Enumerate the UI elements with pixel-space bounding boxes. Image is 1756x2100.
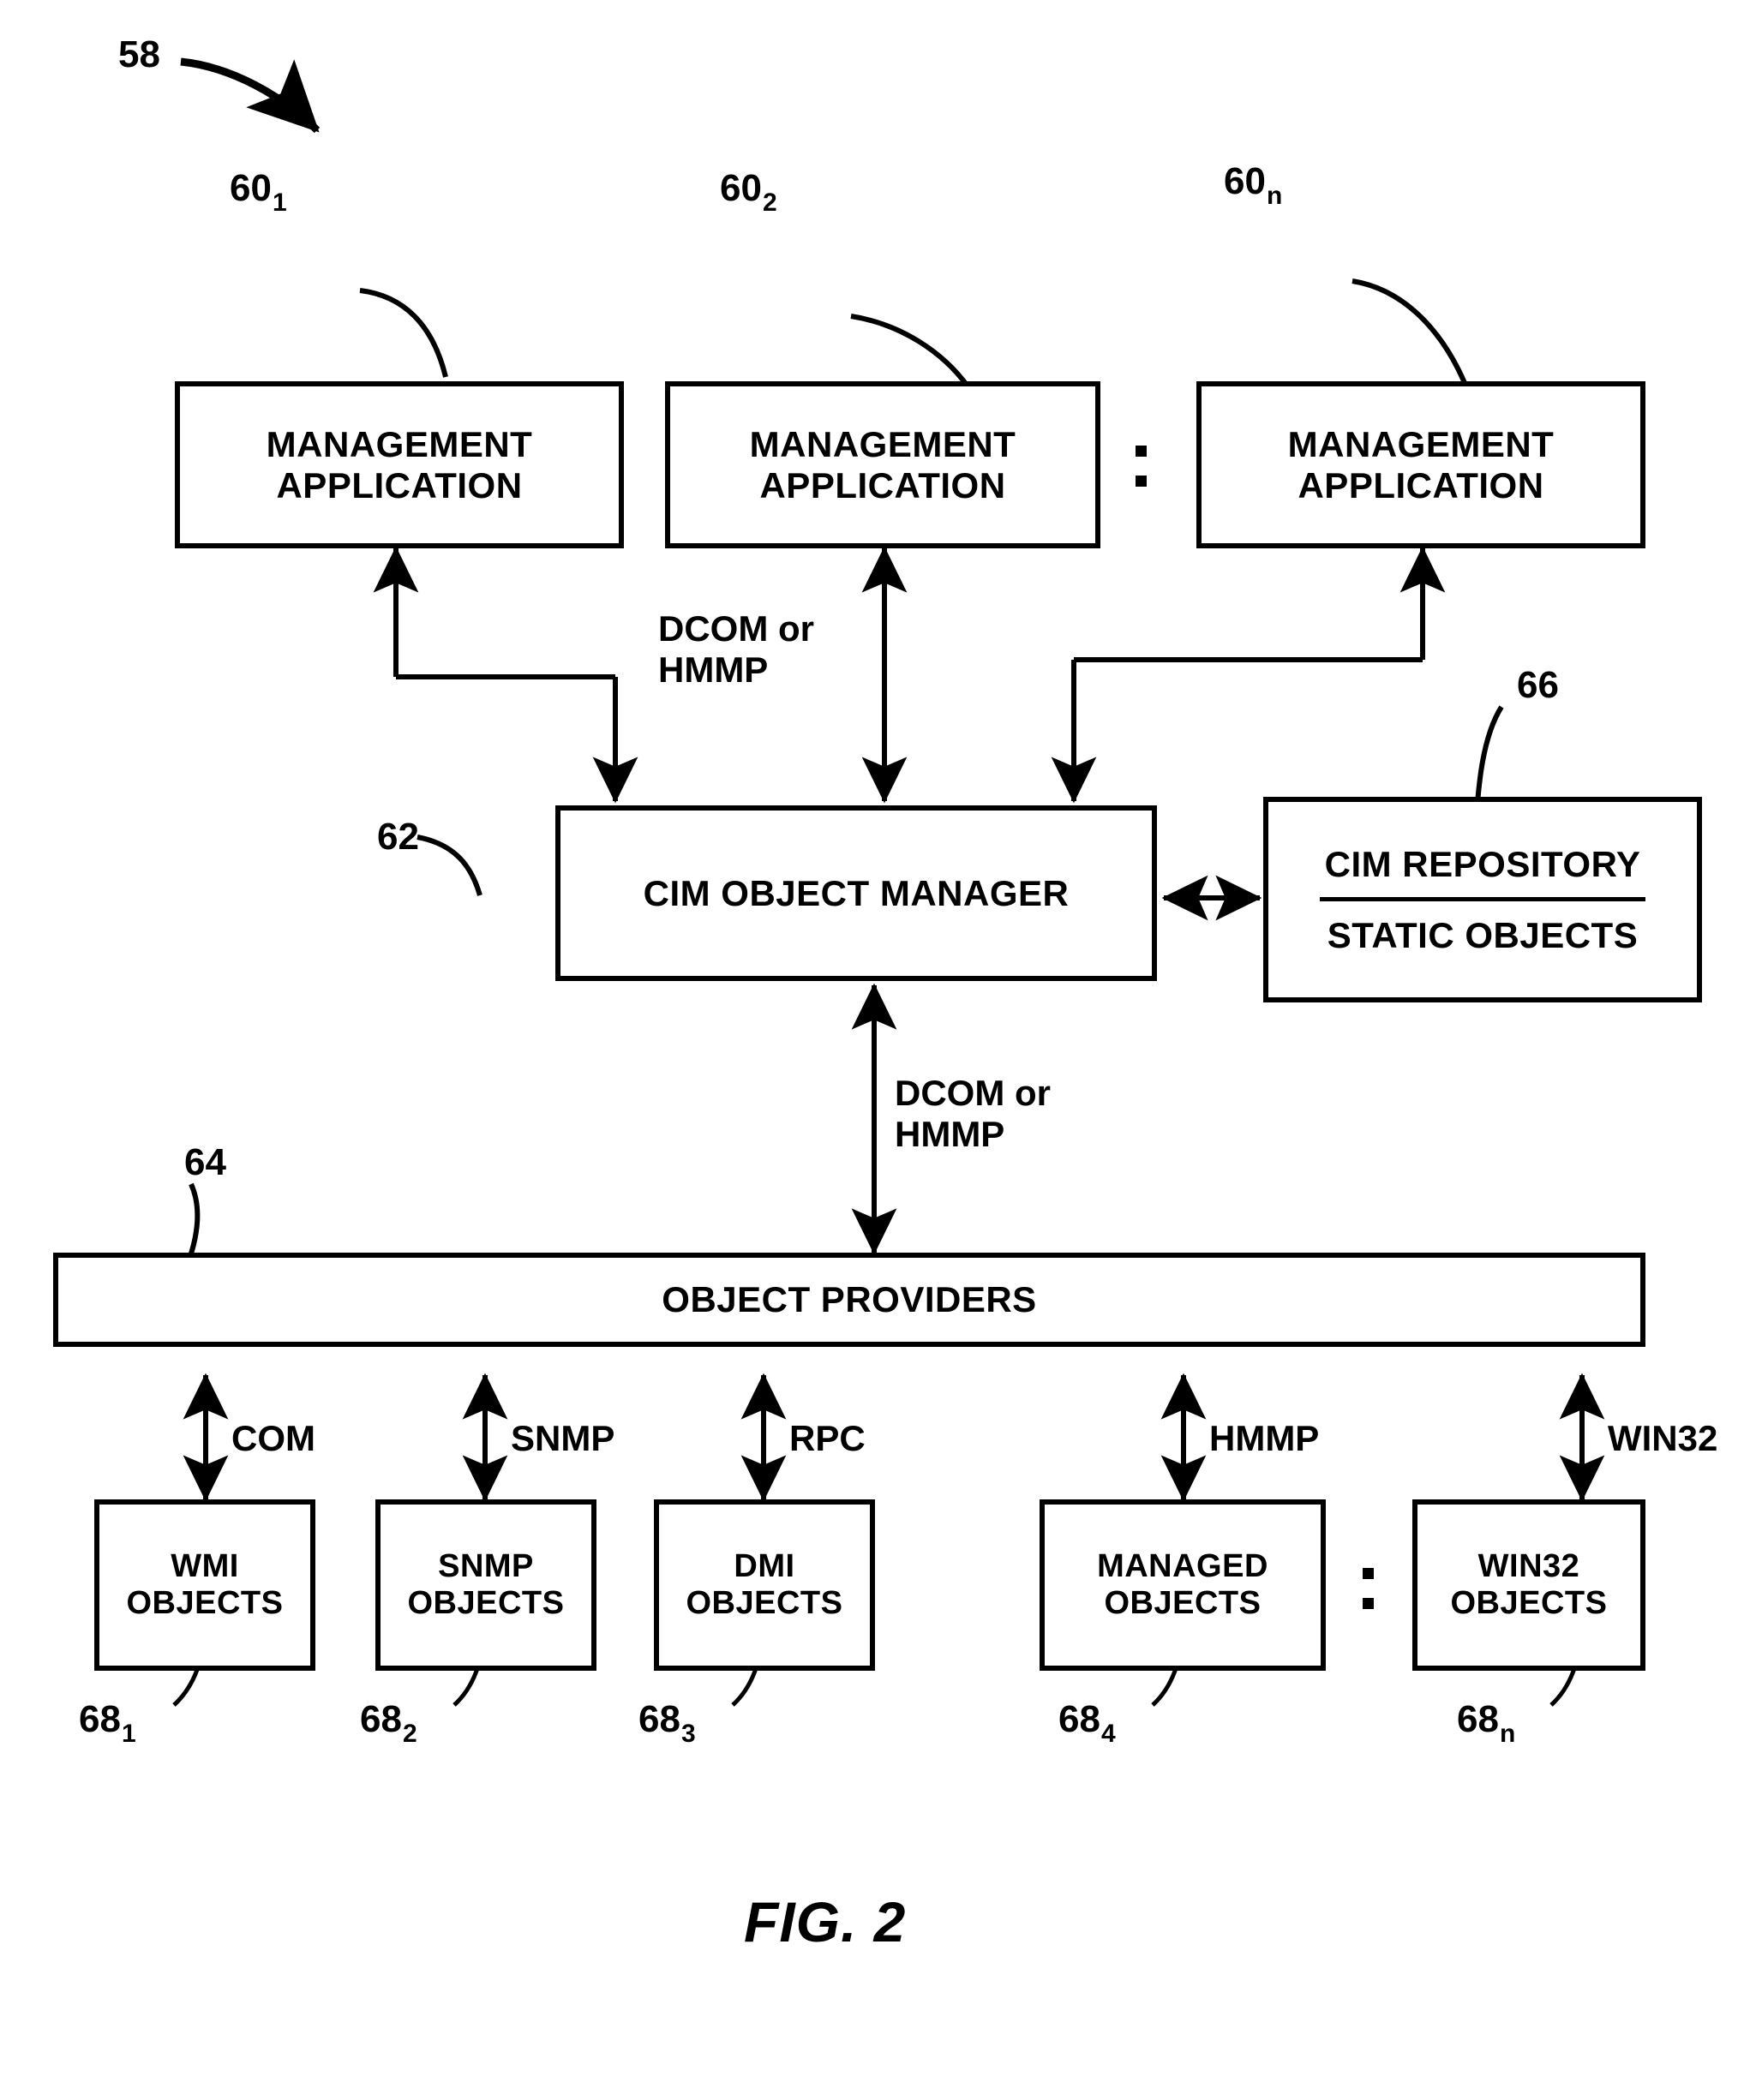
ref-numeral-66: 66 bbox=[1517, 664, 1559, 706]
object-store-box-dmi[interactable]: DMI OBJECTS bbox=[654, 1499, 875, 1671]
cim-object-manager-box[interactable]: CIM OBJECT MANAGER bbox=[555, 805, 1157, 981]
object-store-label-managed: MANAGED OBJECTS bbox=[1097, 1548, 1268, 1621]
object-providers-bar[interactable]: OBJECT PROVIDERS bbox=[53, 1253, 1645, 1347]
ref-numeral-60-2: 602 bbox=[720, 167, 777, 217]
protocol-label-hmmp: HMMP bbox=[1209, 1418, 1320, 1458]
ref-sub-68-2: 2 bbox=[402, 1720, 417, 1748]
protocol-label-lower: DCOM or HMMP bbox=[895, 1073, 1051, 1155]
ellipsis-dot bbox=[1363, 1598, 1374, 1609]
ref-numeral-58: 58 bbox=[118, 33, 160, 75]
protocol-label-com: COM bbox=[231, 1418, 315, 1458]
protocol-label-win32: WIN32 bbox=[1608, 1418, 1718, 1458]
protocol-label-rpc: RPC bbox=[789, 1418, 866, 1458]
ref-numeral-64: 64 bbox=[184, 1141, 226, 1183]
protocol-label-upper: DCOM or HMMP bbox=[658, 608, 814, 691]
cim-repository-box[interactable]: CIM REPOSITORY STATIC OBJECTS bbox=[1263, 797, 1702, 1002]
object-store-box-snmp[interactable]: SNMP OBJECTS bbox=[375, 1499, 596, 1671]
object-store-label-win32: WIN32 OBJECTS bbox=[1450, 1548, 1608, 1621]
figure-caption: FIG. 2 bbox=[744, 1890, 907, 1953]
object-providers-label: OBJECT PROVIDERS bbox=[662, 1279, 1037, 1320]
protocol-label-snmp: SNMP bbox=[511, 1418, 615, 1458]
management-application-label-n: MANAGEMENT APPLICATION bbox=[1287, 424, 1555, 506]
ref-sub-60-1: 1 bbox=[272, 188, 287, 217]
object-store-label-dmi: DMI OBJECTS bbox=[686, 1548, 843, 1621]
ellipsis-dot bbox=[1363, 1568, 1374, 1579]
ellipsis-dot bbox=[1136, 446, 1147, 457]
ref-numeral-60-1: 601 bbox=[230, 167, 287, 217]
ref-numeral-68-2: 682 bbox=[360, 1698, 417, 1748]
ellipsis-dot bbox=[1136, 476, 1147, 487]
ref-sub-68-3: 3 bbox=[680, 1720, 696, 1748]
cim-repository-divider bbox=[1320, 896, 1645, 901]
object-store-box-managed[interactable]: MANAGED OBJECTS bbox=[1040, 1499, 1326, 1671]
object-store-box-win32[interactable]: WIN32 OBJECTS bbox=[1412, 1499, 1645, 1671]
ref-numeral-60-n: 60n bbox=[1224, 160, 1283, 210]
ref-numeral-68-3: 683 bbox=[638, 1698, 696, 1748]
management-application-box-n[interactable]: MANAGEMENT APPLICATION bbox=[1196, 381, 1645, 548]
ref-numeral-68-n: 68n bbox=[1457, 1698, 1516, 1748]
management-application-label-1: MANAGEMENT APPLICATION bbox=[266, 424, 533, 506]
object-store-box-wmi[interactable]: WMI OBJECTS bbox=[94, 1499, 315, 1671]
cim-repository-subtitle: STATIC OBJECTS bbox=[1327, 914, 1639, 955]
ref-numeral-62: 62 bbox=[377, 816, 419, 858]
ref-numeral-68-4: 684 bbox=[1058, 1698, 1116, 1748]
object-store-label-wmi: WMI OBJECTS bbox=[126, 1548, 284, 1621]
vertical-ellipsis-top-row bbox=[1136, 446, 1147, 487]
ref-sub-60-2: 2 bbox=[762, 188, 777, 217]
ref-sub-68-n: n bbox=[1499, 1720, 1516, 1748]
cim-object-manager-label: CIM OBJECT MANAGER bbox=[643, 872, 1070, 913]
ref-sub-68-4: 4 bbox=[1100, 1720, 1116, 1748]
vertical-ellipsis-bottom-row bbox=[1363, 1568, 1374, 1609]
patent-figure-page: 58 601 602 60n 62 66 64 681 682 683 684 … bbox=[0, 0, 1756, 2100]
connector-layer bbox=[171, 57, 1605, 1707]
ref-numeral-68-1: 681 bbox=[79, 1698, 136, 1748]
management-application-label-2: MANAGEMENT APPLICATION bbox=[749, 424, 1016, 506]
management-application-box-2[interactable]: MANAGEMENT APPLICATION bbox=[665, 381, 1100, 548]
ref-sub-68-1: 1 bbox=[121, 1720, 136, 1748]
object-store-label-snmp: SNMP OBJECTS bbox=[407, 1548, 565, 1621]
ref-sub-60-n: n bbox=[1266, 182, 1283, 210]
management-application-box-1[interactable]: MANAGEMENT APPLICATION bbox=[175, 381, 624, 548]
cim-repository-title: CIM REPOSITORY bbox=[1324, 844, 1641, 885]
